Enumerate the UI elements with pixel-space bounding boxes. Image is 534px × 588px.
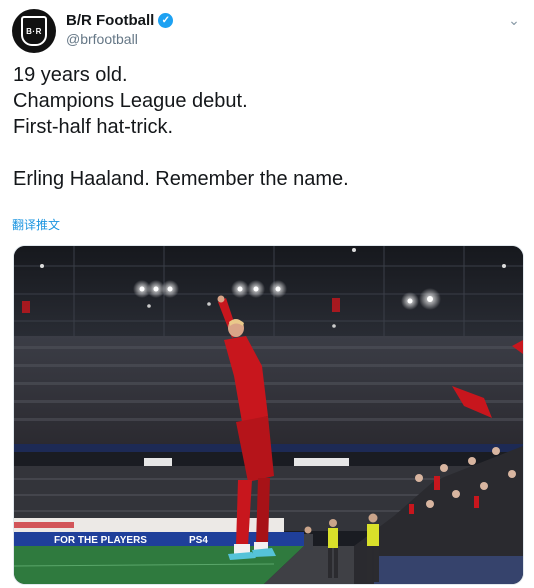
tweet-line: Champions League debut. (13, 90, 248, 112)
board-text: FOR THE PLAYERS (54, 535, 147, 546)
tweet-closing-line: Erling Haaland. Remember the name. (13, 168, 349, 190)
stadium-celebration-image: FOR THE PLAYERS PS4 (14, 246, 523, 584)
br-logo-icon: B·R (21, 16, 47, 46)
tweet-card: B·R B/R Football ✓ @brfootball ⌄ 19 year… (0, 0, 534, 588)
tweet-line: First-half hat-trick. (13, 116, 174, 138)
tweet-text: 19 years old. Champions League debut. Fi… (13, 62, 523, 192)
avatar[interactable]: B·R (12, 9, 56, 53)
tweet-photo[interactable]: FOR THE PLAYERS PS4 (13, 245, 524, 585)
author-name-row: B/R Football ✓ (66, 12, 174, 29)
line-spacer (13, 140, 523, 166)
author-handle[interactable]: @brfootball (66, 31, 138, 47)
tweet-line: 19 years old. (13, 64, 128, 86)
author-display-name[interactable]: B/R Football (66, 12, 154, 29)
chevron-down-icon[interactable]: ⌄ (506, 12, 522, 28)
board-brand: PS4 (189, 535, 208, 546)
verified-badge-icon: ✓ (158, 13, 174, 28)
avatar-logo-text: B·R (26, 26, 42, 36)
translate-tweet-link[interactable]: 翻译推文 (12, 216, 60, 233)
